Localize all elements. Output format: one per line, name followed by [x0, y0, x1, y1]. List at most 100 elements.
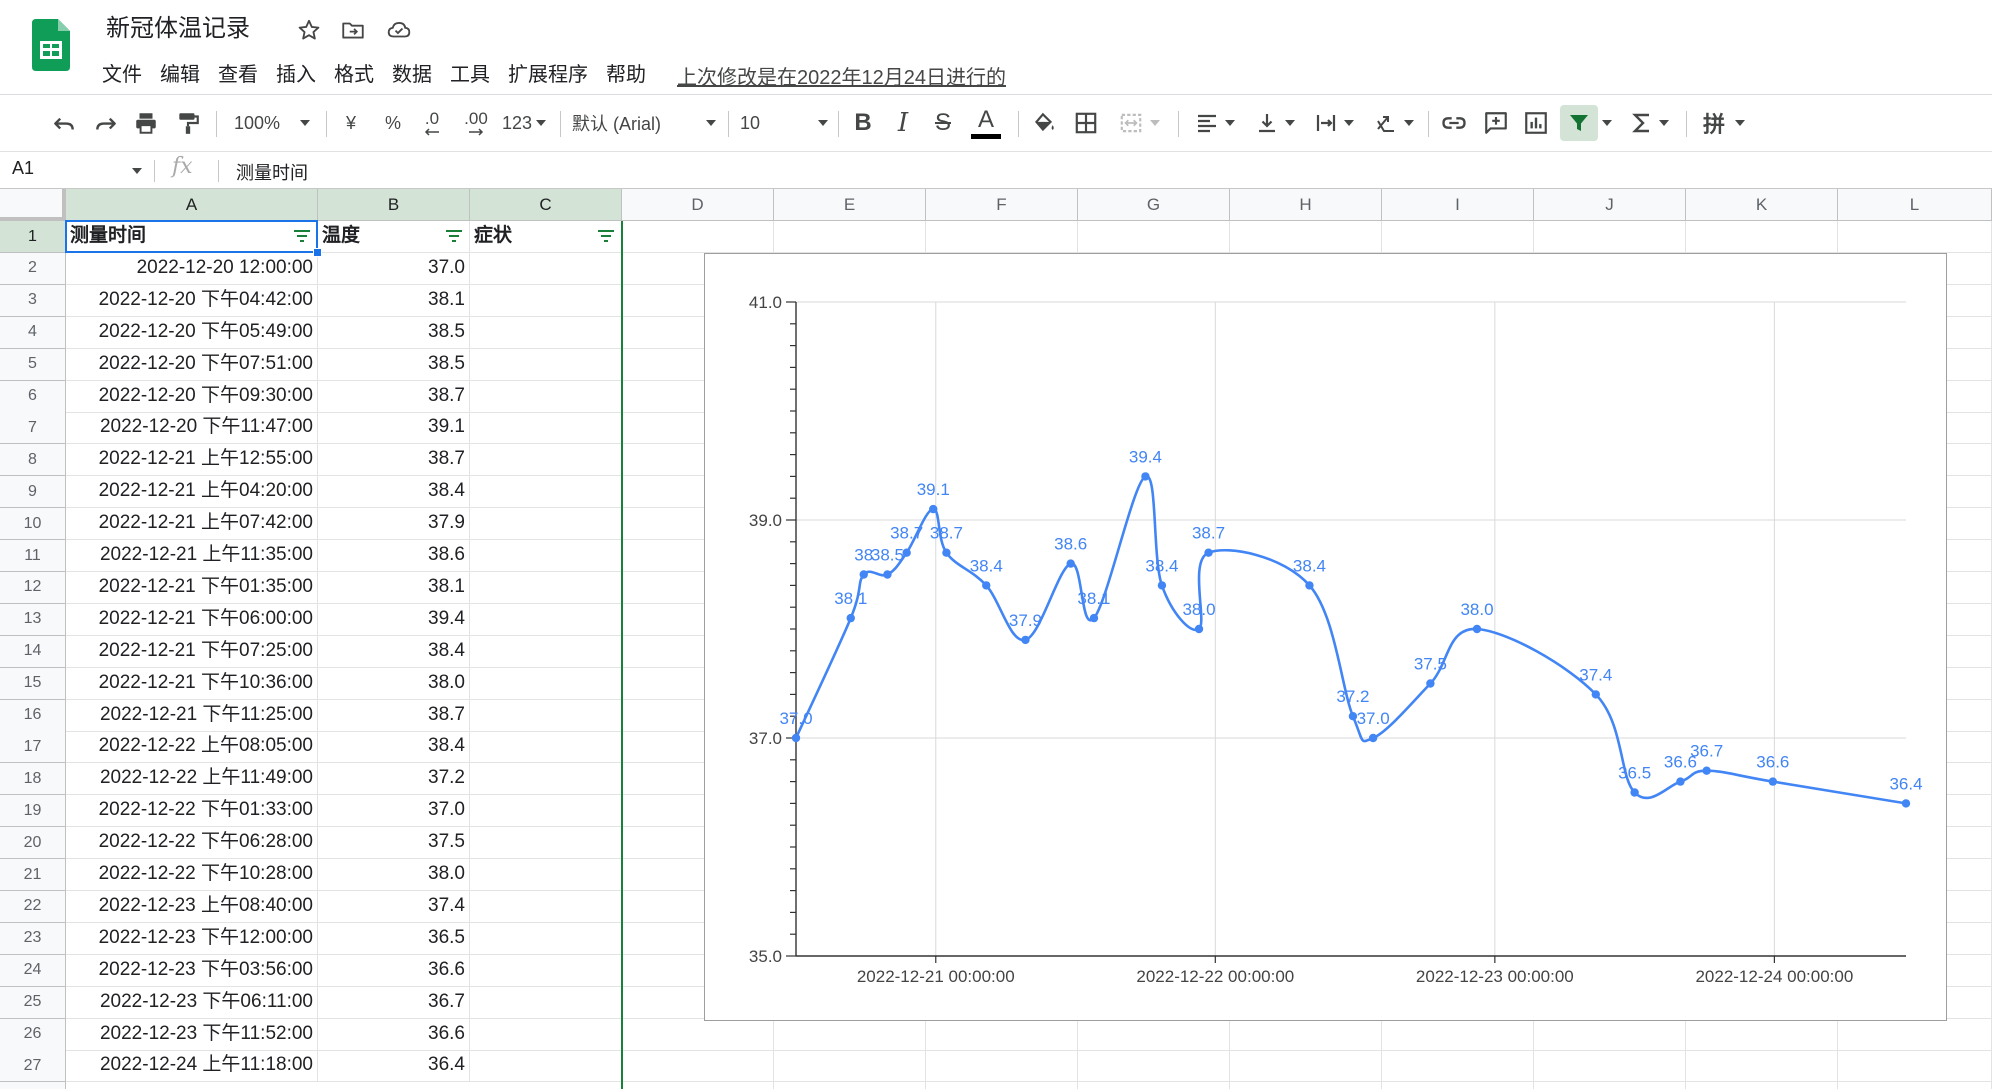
cell-temperature[interactable]: 38.7: [318, 699, 470, 732]
cell-symptom[interactable]: [470, 380, 622, 413]
column-header-k[interactable]: K: [1686, 189, 1838, 221]
cell-measure-time[interactable]: 2022-12-23 下午03:56:00: [66, 954, 318, 987]
filter-icon[interactable]: [1560, 105, 1598, 141]
cell-symptom[interactable]: [470, 890, 622, 923]
cell[interactable]: [1230, 221, 1382, 253]
row-header-27[interactable]: 27: [0, 1050, 66, 1083]
column-header-c[interactable]: C: [470, 189, 622, 221]
cell-temperature[interactable]: 36.5: [318, 922, 470, 955]
cell-symptom[interactable]: [470, 827, 622, 860]
cell-measure-time[interactable]: 2022-12-20 下午11:47:00: [66, 412, 318, 445]
font-size-select[interactable]: 10: [740, 105, 828, 141]
cell[interactable]: [1382, 1018, 1534, 1051]
cell-temperature[interactable]: 39.4: [318, 603, 470, 636]
row-header-9[interactable]: 9: [0, 476, 66, 509]
redo-icon[interactable]: [88, 105, 124, 141]
text-wrapping-icon[interactable]: [1308, 105, 1360, 141]
currency-format-button[interactable]: ¥: [336, 105, 366, 141]
menu-insert[interactable]: 插入: [267, 61, 325, 89]
cell[interactable]: [926, 1082, 1078, 1089]
row-header-19[interactable]: 19: [0, 795, 66, 828]
row-header-3[interactable]: 3: [0, 284, 66, 317]
paint-format-icon[interactable]: [170, 105, 206, 141]
cell-symptom[interactable]: [470, 316, 622, 349]
print-icon[interactable]: [128, 105, 164, 141]
cell[interactable]: [1534, 221, 1686, 253]
menu-data[interactable]: 数据: [383, 61, 441, 89]
cell-symptom[interactable]: [470, 795, 622, 828]
row-header-4[interactable]: 4: [0, 316, 66, 349]
cell-measure-time[interactable]: 2022-12-23 下午06:11:00: [66, 986, 318, 1019]
row-header-28[interactable]: 28: [0, 1082, 66, 1089]
merge-cells-icon[interactable]: [1110, 105, 1168, 141]
cell[interactable]: [1686, 1082, 1838, 1089]
column-header-e[interactable]: E: [774, 189, 926, 221]
cell-temperature[interactable]: 37.0: [318, 252, 470, 285]
cell-b1-temperature[interactable]: 温度: [318, 221, 470, 253]
cell-measure-time[interactable]: 2022-12-23 下午11:52:00: [66, 1018, 318, 1051]
cell[interactable]: [1838, 1018, 1992, 1051]
row-header-11[interactable]: 11: [0, 540, 66, 572]
cell-temperature[interactable]: 38.7: [318, 444, 470, 477]
cell-measure-time[interactable]: 2022-12-21 下午06:00:00: [66, 603, 318, 636]
fill-handle[interactable]: [313, 248, 322, 257]
cell-symptom[interactable]: [470, 763, 622, 796]
row-header-15[interactable]: 15: [0, 667, 66, 700]
cell[interactable]: [1534, 1050, 1686, 1083]
cell-measure-time[interactable]: 2022-12-21 下午10:36:00: [66, 667, 318, 700]
row-header-7[interactable]: 7: [0, 412, 66, 445]
italic-icon[interactable]: I: [886, 105, 920, 141]
cell[interactable]: [1078, 1018, 1230, 1051]
column-header-a[interactable]: A: [66, 189, 318, 221]
cell-temperature[interactable]: 38.7: [318, 380, 470, 413]
cell[interactable]: [1838, 1082, 1992, 1089]
insert-comment-icon[interactable]: [1478, 105, 1514, 141]
cell-temperature[interactable]: 38.0: [318, 667, 470, 700]
cell-temperature[interactable]: 36.6: [318, 954, 470, 987]
column-filter-icon[interactable]: [597, 229, 615, 243]
row-header-5[interactable]: 5: [0, 348, 66, 381]
column-header-h[interactable]: H: [1230, 189, 1382, 221]
cell[interactable]: [1534, 1018, 1686, 1051]
row-header-17[interactable]: 17: [0, 731, 66, 764]
decrease-decimal-button[interactable]: .0: [414, 105, 450, 141]
cell-temperature[interactable]: 38.0: [318, 859, 470, 891]
column-header-l[interactable]: L: [1838, 189, 1992, 221]
cell[interactable]: [622, 1082, 774, 1089]
cell-temperature[interactable]: 38.6: [318, 540, 470, 572]
cell-symptom[interactable]: [470, 1018, 622, 1051]
cell-temperature[interactable]: 36.4: [318, 1050, 470, 1083]
cell[interactable]: [1078, 1082, 1230, 1089]
row-header-21[interactable]: 21: [0, 859, 66, 891]
column-header-d[interactable]: D: [622, 189, 774, 221]
cell-symptom[interactable]: [470, 1050, 622, 1083]
row-header-26[interactable]: 26: [0, 1018, 66, 1051]
cell[interactable]: [926, 1050, 1078, 1083]
cell[interactable]: [926, 221, 1078, 253]
cell-symptom[interactable]: [470, 986, 622, 1019]
cell-measure-time[interactable]: 2022-12-24 上午11:18:00: [66, 1050, 318, 1083]
cell-measure-time[interactable]: 2022-12-20 下午05:49:00: [66, 316, 318, 349]
cell[interactable]: [774, 1082, 926, 1089]
cell-temperature[interactable]: 38.1: [318, 571, 470, 604]
horizontal-align-icon[interactable]: [1190, 105, 1240, 141]
cell-symptom[interactable]: [470, 571, 622, 604]
row-header-23[interactable]: 23: [0, 922, 66, 955]
cell[interactable]: [1382, 1050, 1534, 1083]
cell-measure-time[interactable]: 2022-12-23 上午08:40:00: [66, 890, 318, 923]
column-filter-icon[interactable]: [293, 229, 311, 243]
select-all-corner[interactable]: [0, 189, 66, 221]
cell-measure-time[interactable]: 2022-12-21 上午07:42:00: [66, 508, 318, 541]
row-header-1[interactable]: 1: [0, 221, 66, 253]
zoom-select[interactable]: 100%: [226, 105, 318, 141]
menu-edit[interactable]: 编辑: [151, 61, 209, 89]
name-box[interactable]: A1: [12, 158, 34, 179]
cell[interactable]: [1838, 221, 1992, 253]
row-header-20[interactable]: 20: [0, 827, 66, 860]
menu-format[interactable]: 格式: [325, 61, 383, 89]
menu-help[interactable]: 帮助: [597, 61, 655, 89]
cell-temperature[interactable]: 38.4: [318, 731, 470, 764]
cell[interactable]: [1534, 1082, 1686, 1089]
cell[interactable]: [1230, 1018, 1382, 1051]
strikethrough-icon[interactable]: S: [926, 105, 960, 141]
